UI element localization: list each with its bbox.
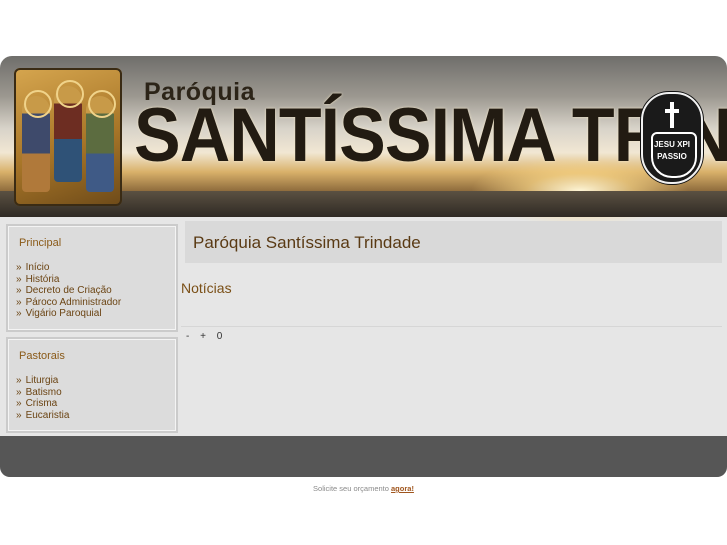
icon-figure-center — [54, 80, 84, 182]
footer-credit: Solicite seu orçamento agora! — [0, 484, 727, 493]
bullet-arrow-icon: » — [16, 375, 22, 386]
sidebar-item-label[interactable]: Eucaristia — [26, 410, 70, 421]
sidebar-item-eucaristia[interactable]: » Eucaristia — [16, 410, 69, 422]
sidebar-item-label[interactable]: História — [26, 274, 60, 285]
halo-icon — [24, 90, 52, 118]
pager-plus-button[interactable]: + — [200, 331, 206, 342]
sidebar-box-principal: Principal » Início » História » Decreto de … — [6, 224, 178, 332]
news-pager: - + 0 — [186, 331, 230, 342]
header-banner: Paróquia SANTÍSSIMA TRINDADE JESU XPI PA… — [0, 56, 727, 226]
bullet-arrow-icon: » — [16, 296, 22, 308]
bullet-arrow-icon: » — [16, 285, 22, 296]
content-title-bar: Paróquia Santíssima Trindade — [185, 221, 722, 263]
sidebar-item-batismo[interactable]: » Batismo — [16, 387, 69, 399]
sidebar-item-label[interactable]: Início — [26, 262, 50, 273]
bullet-arrow-icon: » — [16, 398, 22, 409]
pager-count: 0 — [216, 331, 223, 342]
halo-icon — [88, 90, 116, 118]
footer-bar — [0, 436, 727, 477]
sidebar-item-decreto[interactable]: » Decreto de Criação — [16, 285, 121, 297]
bullet-arrow-icon: » — [16, 409, 22, 421]
site-frame: Paróquia SANTÍSSIMA TRINDADE JESU XPI PA… — [0, 56, 727, 477]
sidebar-item-crisma[interactable]: » Crisma — [16, 398, 69, 410]
sidebar-item-label[interactable]: Vigário Paroquial — [26, 308, 102, 319]
sidebar-box-pastorais: Pastorais » Liturgia » Batismo » Crisma » Eu… — [6, 337, 178, 433]
sidebar-item-label[interactable]: Crisma — [26, 398, 58, 409]
bullet-arrow-icon: » — [16, 386, 22, 398]
sidebar-item-label[interactable]: Decreto de Criação — [26, 285, 112, 296]
news-section-title: Notícias — [181, 280, 232, 296]
bullet-arrow-icon: » — [16, 262, 22, 273]
sidebar-box-title: Principal — [19, 237, 62, 249]
emblem-text-line2: PASSIO — [657, 152, 687, 161]
icon-figure-right — [86, 90, 116, 192]
sidebar-item-historia[interactable]: » História — [16, 274, 121, 286]
halo-icon — [56, 80, 84, 108]
sidebar-item-vigario[interactable]: » Vigário Paroquial — [16, 308, 121, 320]
site-title-big: SANTÍSSIMA TRINDADE — [134, 93, 727, 178]
divider — [181, 326, 722, 327]
emblem-text-line1: JESU XPI — [653, 140, 690, 149]
cross-icon — [665, 102, 679, 128]
credit-text: Solicite seu orçamento — [313, 484, 389, 493]
credit-link[interactable]: agora! — [391, 484, 414, 493]
sidebar-item-label[interactable]: Pároco Administrador — [26, 297, 122, 308]
bullet-arrow-icon: » — [16, 308, 22, 319]
sidebar-menu: » Início » História » Decreto de Criação » P… — [16, 262, 121, 320]
passionist-emblem-icon: JESU XPI PASSIO — [641, 92, 703, 184]
sidebar-item-label[interactable]: Liturgia — [26, 375, 59, 386]
bullet-arrow-icon: » — [16, 273, 22, 285]
trinity-icon-image — [14, 68, 122, 206]
sidebar-box-title: Pastorais — [19, 350, 65, 362]
icon-figure-left — [22, 90, 52, 192]
page-title: Paróquia Santíssima Trindade — [193, 233, 421, 252]
sidebar-menu: » Liturgia » Batismo » Crisma » Eucaristia — [16, 375, 69, 421]
sidebar-item-paroco[interactable]: » Pároco Administrador — [16, 297, 121, 309]
sidebar-item-label[interactable]: Batismo — [26, 387, 62, 398]
sidebar-item-liturgia[interactable]: » Liturgia — [16, 375, 69, 387]
sidebar-item-inicio[interactable]: » Início — [16, 262, 121, 274]
pager-minus-button[interactable]: - — [186, 331, 189, 342]
